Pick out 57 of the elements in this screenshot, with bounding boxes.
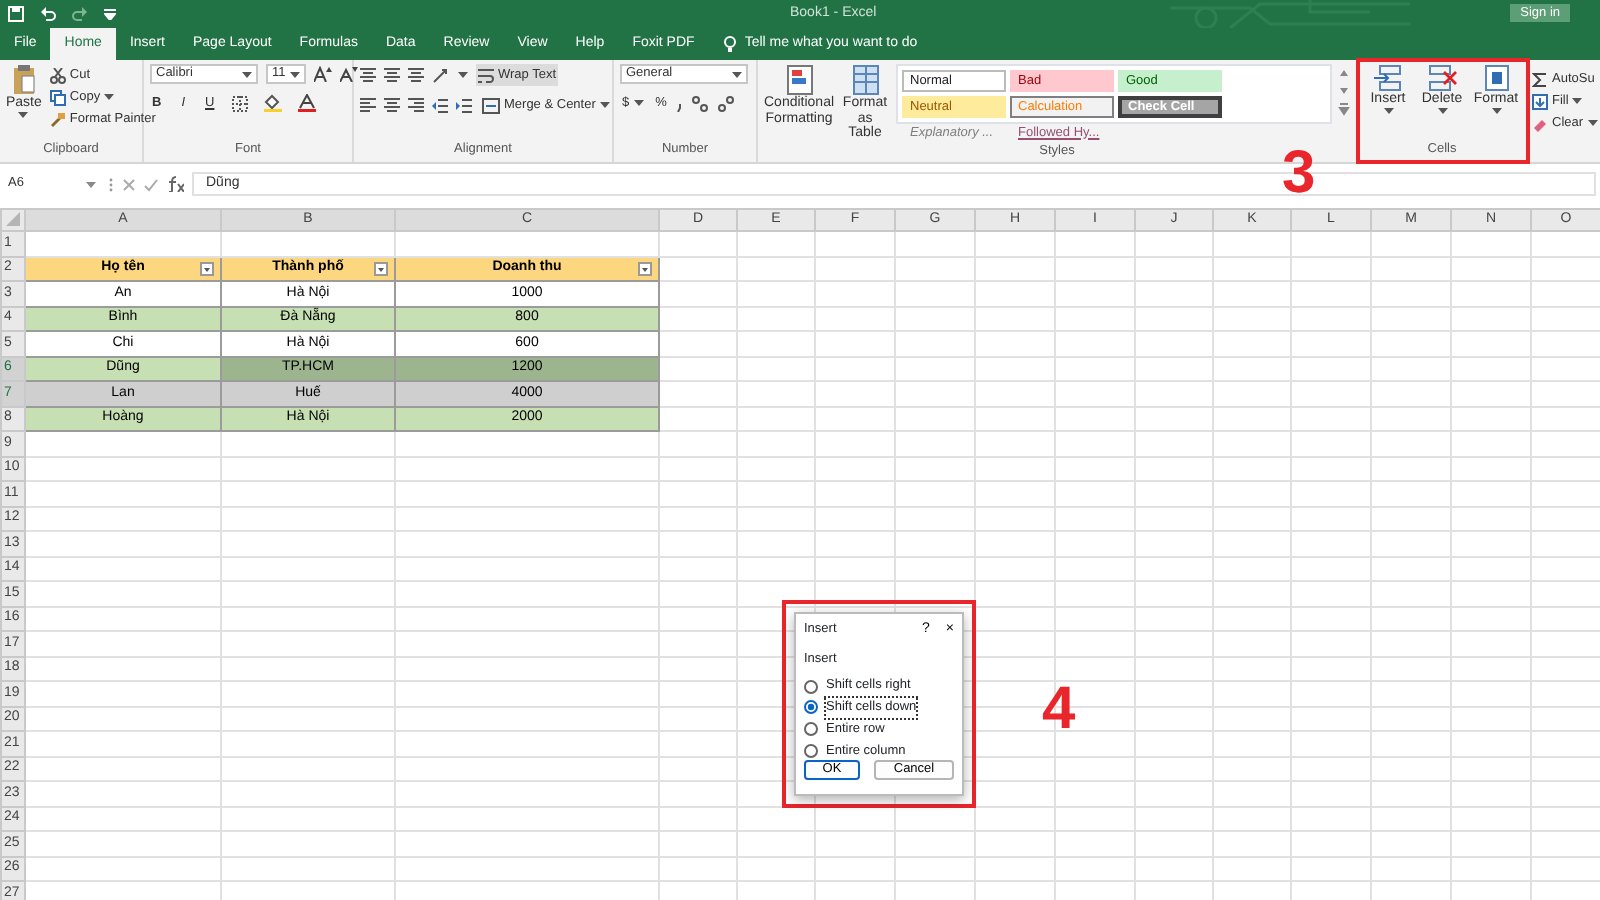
align-left-icon[interactable] (360, 97, 376, 113)
radio-button[interactable] (804, 700, 818, 715)
align-right-icon[interactable] (408, 97, 424, 113)
sigma-icon (1532, 71, 1548, 87)
font-color-icon[interactable] (298, 94, 317, 112)
caret-icon (86, 181, 96, 187)
copy-icon (49, 89, 66, 105)
caret-icon (1572, 98, 1583, 104)
caret-icon (1491, 107, 1501, 114)
radio-button[interactable] (804, 679, 818, 694)
insert-cells-icon (1373, 64, 1403, 92)
borders-icon[interactable] (232, 95, 249, 111)
radio-button[interactable] (804, 722, 818, 737)
fill-down-icon (1532, 93, 1548, 109)
increase-decimal-icon[interactable] (692, 95, 711, 111)
orientation-icon[interactable] (432, 67, 450, 83)
save-icon[interactable] (8, 6, 24, 22)
delete-cells-icon (1427, 64, 1457, 92)
caret-icon (290, 71, 300, 77)
align-middle-icon[interactable] (384, 67, 400, 83)
radio-button[interactable] (804, 743, 818, 758)
customize-icon[interactable] (104, 8, 116, 20)
filter-dropdown-icon[interactable] (638, 262, 652, 276)
align-center-icon[interactable] (384, 97, 400, 113)
caret-icon (458, 72, 468, 78)
filter-dropdown-icon[interactable] (374, 262, 388, 276)
caret-icon (732, 71, 742, 77)
decrease-indent-icon[interactable] (432, 97, 448, 113)
step-number: 4 (1042, 680, 1076, 740)
more-styles-icon[interactable] (1338, 100, 1350, 118)
shrink-font-icon[interactable] (340, 66, 358, 82)
insert-function-icon[interactable] (166, 176, 184, 192)
caret-icon (18, 111, 29, 118)
caret-icon (1437, 107, 1447, 114)
fill-color-icon[interactable] (264, 94, 283, 112)
eraser-icon (1532, 115, 1548, 131)
caret-icon (1383, 107, 1393, 114)
paintbrush-icon (49, 111, 66, 127)
decrease-decimal-icon[interactable] (718, 95, 737, 111)
caret-icon (104, 94, 115, 100)
caret-icon (242, 71, 252, 77)
wrap-text-icon (478, 67, 494, 83)
drag-handle-icon (108, 175, 114, 193)
align-bottom-icon[interactable] (408, 67, 424, 83)
undo-icon[interactable] (40, 6, 56, 22)
table-icon (851, 64, 880, 96)
scissors-icon (49, 67, 66, 83)
increase-indent-icon[interactable] (456, 97, 472, 113)
caret-icon (599, 102, 610, 108)
grow-font-icon[interactable] (314, 66, 332, 82)
corner-triangle-icon (6, 211, 20, 226)
merge-icon (482, 97, 500, 113)
caret-icon (1587, 120, 1598, 126)
filter-dropdown-icon[interactable] (200, 262, 214, 276)
lightbulb-icon (724, 36, 737, 52)
align-top-icon[interactable] (360, 67, 376, 83)
caret-icon (633, 100, 644, 106)
